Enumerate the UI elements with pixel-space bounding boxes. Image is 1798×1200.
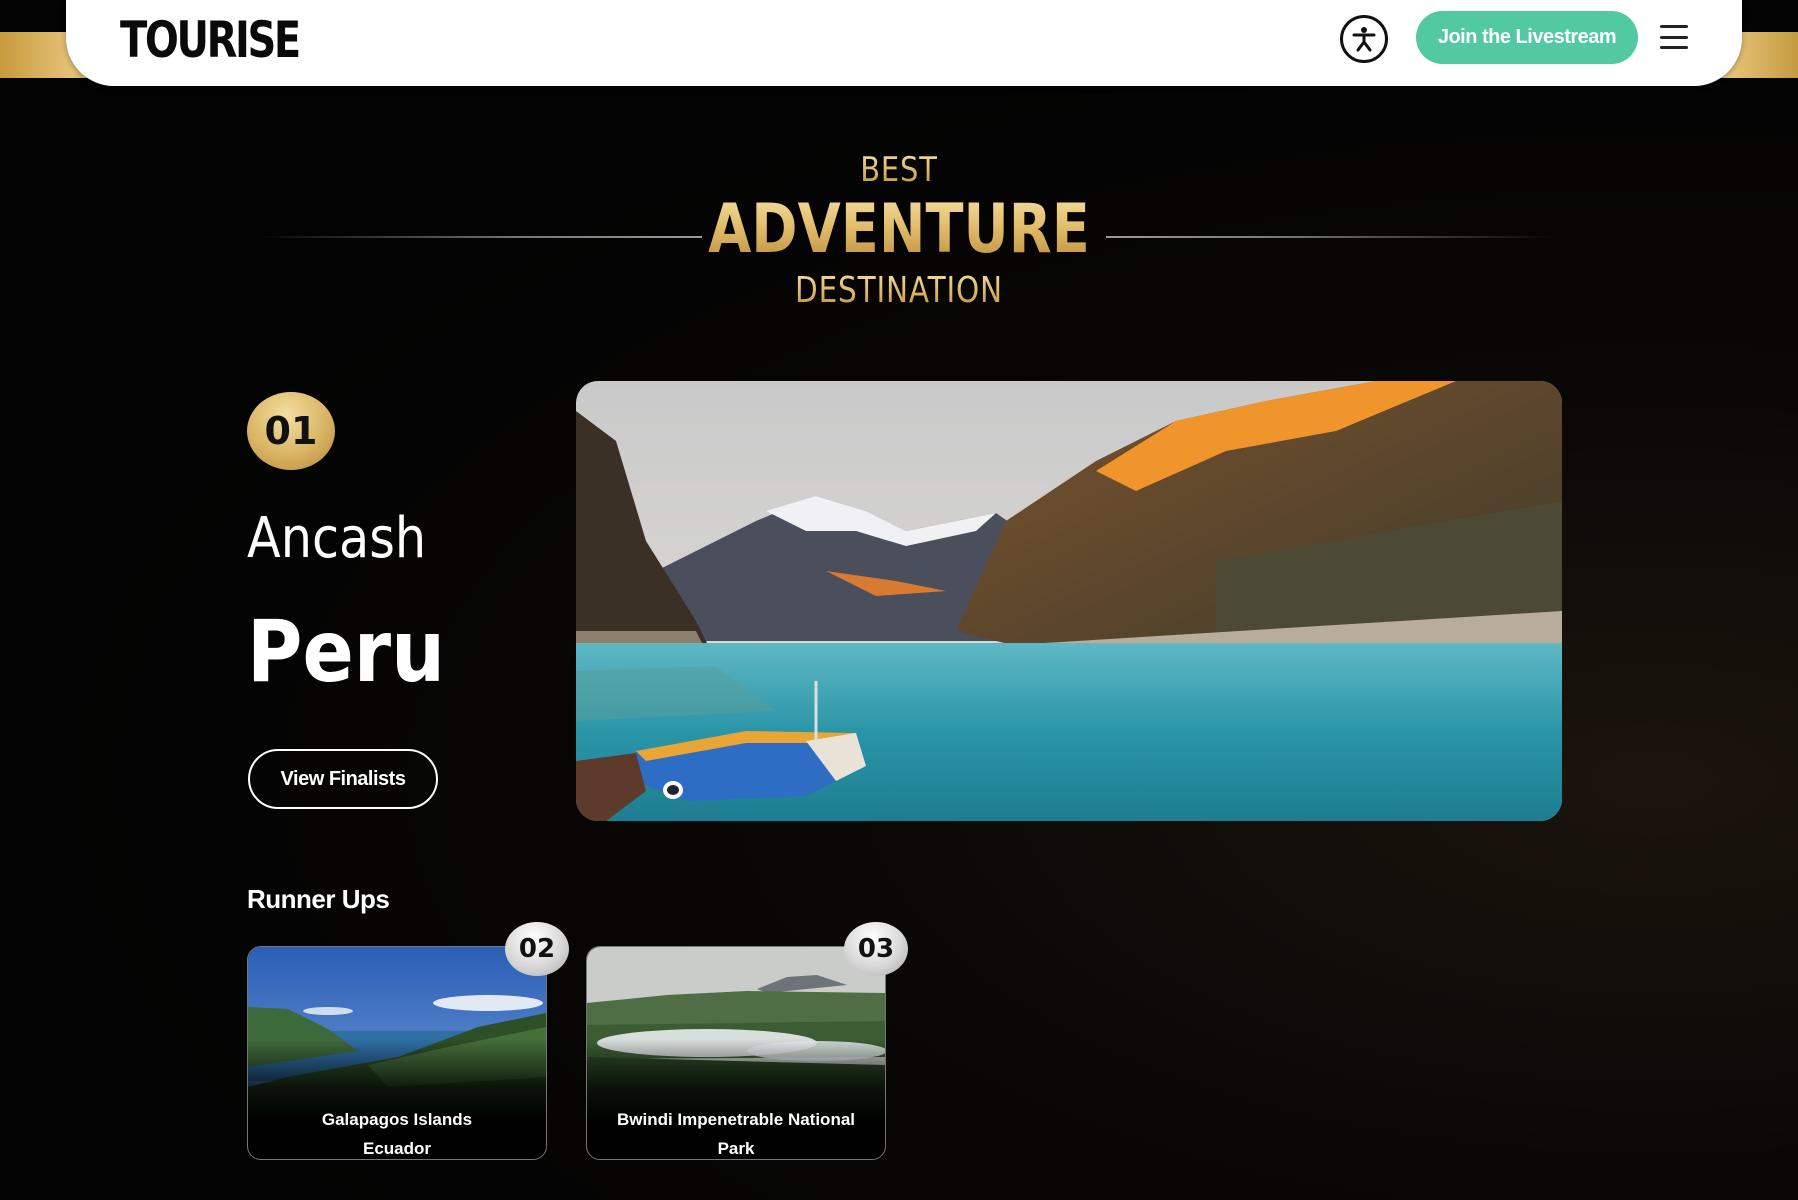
view-finalists-button[interactable]: View Finalists (248, 749, 438, 809)
heading-line-adventure: ADVENTURE (162, 192, 1636, 268)
heading-line-destination: DESTINATION (162, 270, 1636, 312)
runner-up-card-bwindi[interactable]: Bwindi Impenetrable National Park (586, 946, 886, 1160)
winner-rank-badge: 01 (247, 392, 335, 470)
runner-up-rank-badge: 03 (844, 922, 908, 976)
runner-ups-title: Runner Ups (247, 884, 390, 914)
runner-up-rank-badge: 02 (505, 922, 569, 976)
heading-line-best: BEST (135, 150, 1663, 190)
winner-country: Peru (247, 602, 445, 702)
page: TOURISE Join the Livestream BEST ADVENTU… (0, 0, 1798, 1200)
runner-up-name: Bwindi Impenetrable National Park (616, 1110, 856, 1158)
logo[interactable]: TOURISE (120, 12, 301, 68)
runner-up-country: Ecuador (362, 1139, 432, 1158)
section-heading: BEST ADVENTURE DESTINATION (0, 150, 1798, 312)
runner-up-card-galapagos[interactable]: Galapagos Islands Ecuador (247, 946, 547, 1160)
accessibility-button[interactable] (1340, 15, 1388, 63)
winner-hero-image (576, 381, 1562, 821)
join-livestream-button[interactable]: Join the Livestream (1416, 11, 1638, 64)
navbar: TOURISE Join the Livestream (66, 0, 1742, 86)
winner-region: Ancash (247, 506, 427, 571)
hamburger-menu-icon[interactable] (1660, 22, 1688, 52)
accessibility-icon (1352, 27, 1376, 52)
runner-up-name: Galapagos Islands (321, 1110, 473, 1129)
